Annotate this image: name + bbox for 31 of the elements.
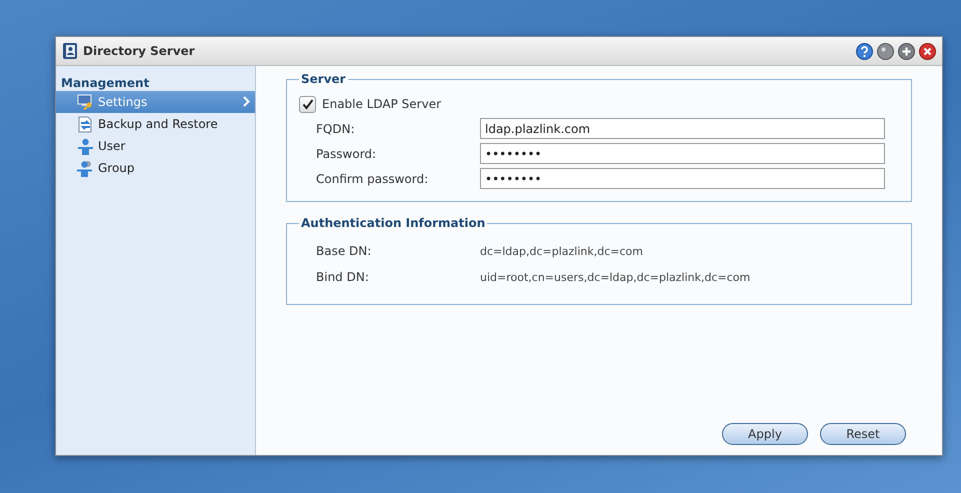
info-value: uid=root,cn=users,dc=ldap,dc=plazlink,dc=com (480, 270, 750, 284)
group-icon (77, 160, 94, 176)
minimize-icon[interactable] (877, 42, 894, 60)
enable-checkbox[interactable]: Enable LDAP Server (299, 92, 885, 116)
user-icon (77, 138, 94, 154)
reset-button[interactable]: Reset (820, 423, 906, 445)
input-field[interactable]: •••••••• (480, 168, 885, 189)
sidebar-item[interactable]: User (56, 135, 255, 157)
info-value: dc=ldap,dc=plazlink,dc=com (480, 244, 643, 258)
checkmark-icon (302, 98, 314, 110)
apply-button[interactable]: Apply (722, 423, 808, 445)
sidebar-heading: Management (60, 75, 150, 91)
field-label: Password: (316, 146, 378, 160)
input-field[interactable]: •••••••• (480, 143, 885, 164)
chevron-right-icon (243, 96, 250, 107)
book-icon (62, 42, 78, 60)
info-label: Base DN: (316, 244, 372, 258)
field-label: Confirm password: (316, 172, 430, 186)
maximize-icon[interactable] (898, 42, 915, 60)
sidebar-item[interactable]: Group (56, 157, 255, 179)
monitor-key-icon (77, 94, 94, 110)
group-title: Authentication Information (300, 216, 486, 230)
input-field[interactable]: ldap.plazlink.com (480, 118, 885, 139)
window-title: Directory Server (83, 44, 195, 58)
group-title: Server (300, 72, 347, 86)
document-arrows-icon (77, 116, 94, 132)
close-icon[interactable] (919, 42, 936, 60)
sidebar-item[interactable]: Backup and Restore (56, 113, 255, 135)
help-icon[interactable] (856, 42, 873, 60)
info-label: Bind DN: (316, 270, 370, 284)
field-label: FQDN: (316, 122, 356, 136)
